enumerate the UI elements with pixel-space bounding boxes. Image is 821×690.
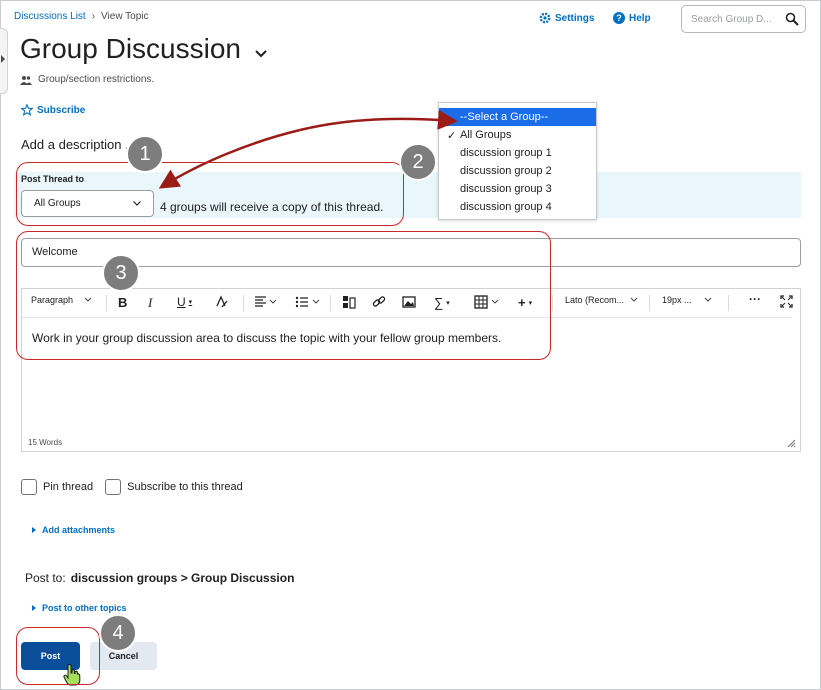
annotation-box bbox=[16, 627, 100, 685]
annotation-badge: 3 bbox=[102, 254, 140, 292]
annotation-badge: 4 bbox=[99, 614, 137, 652]
annotation-arrow bbox=[299, 109, 458, 132]
annotation-box bbox=[16, 231, 551, 360]
annotation-badge: 2 bbox=[399, 143, 437, 181]
annotation-badge: 1 bbox=[126, 135, 164, 173]
annotation-box bbox=[16, 162, 404, 226]
